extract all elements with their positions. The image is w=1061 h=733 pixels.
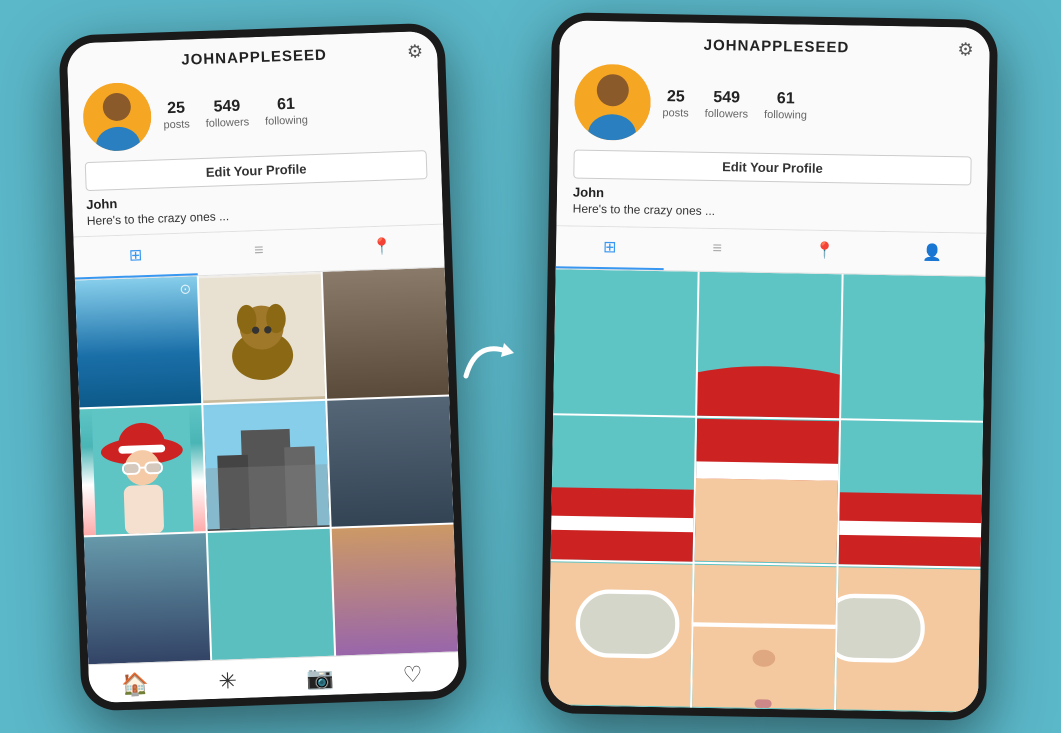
right-grid-cell-1 [553,269,697,415]
right-stat-following: 61 following [763,89,806,121]
left-profile-info: 25 posts 549 followers 61 following [82,72,426,152]
right-followers-number: 549 [713,88,740,108]
grid-cell-7 [83,533,209,664]
right-posts-label: posts [662,107,689,119]
right-header-top: JOHNAPPLESEED ⚙ [575,33,973,61]
transition-arrow [456,331,526,403]
right-grid-cell-2 [697,272,841,418]
grid-cell-1 [74,276,200,407]
right-grid-cell-9 [836,566,980,712]
right-following-number: 61 [776,90,794,109]
right-grid-cell-8 [692,564,836,710]
grid-cell-5 [203,400,329,531]
left-avatar [82,81,152,151]
right-grid-cell-4 [550,415,694,561]
right-posts-number: 25 [666,88,684,107]
scene: JOHNAPPLESEED ⚙ [0,0,1061,733]
left-username: JOHNAPPLESEED [100,43,406,71]
grid-cell-3 [322,267,448,398]
left-posts-label: posts [163,118,190,131]
right-stat-followers: 549 followers [704,88,748,120]
left-tab-location[interactable]: 📍 [319,224,444,270]
right-photo-grid [548,269,986,712]
right-phone: JOHNAPPLESEED ⚙ [539,12,997,721]
left-nav-explore[interactable]: ✳ [181,666,274,695]
left-screen: JOHNAPPLESEED ⚙ [66,30,459,703]
left-stat-posts: 25 posts [162,98,189,130]
right-view-tabs: ⊞ ≡ 📍 👤 [555,226,986,276]
right-grid-cell-3 [841,274,985,420]
right-following-label: following [763,108,806,121]
left-tab-grid[interactable]: ⊞ [73,233,198,279]
right-tab-location[interactable]: 📍 [770,230,878,274]
right-edit-profile-button[interactable]: Edit Your Profile [573,150,971,186]
left-stat-following: 61 following [264,94,308,127]
left-gear-icon[interactable]: ⚙ [406,41,423,63]
left-following-label: following [264,113,307,126]
right-profile-header: JOHNAPPLESEED ⚙ [556,20,990,233]
grid-cell-9 [331,524,457,655]
left-nav-camera[interactable]: 📷 [273,663,366,692]
right-screen: JOHNAPPLESEED ⚙ [548,20,990,712]
right-grid-cell-7 [548,561,692,707]
left-following-number: 61 [276,95,294,115]
right-followers-label: followers [704,107,748,120]
right-gear-icon[interactable]: ⚙ [957,39,974,60]
left-phone: JOHNAPPLESEED ⚙ [58,22,467,711]
right-grid-cell-6 [838,420,982,566]
grid-cell-8 [207,529,333,660]
grid-cell-4 [79,404,205,535]
left-stats: 25 posts 549 followers 61 following [162,90,425,130]
grid-cell-2 [198,271,324,402]
right-stats: 25 posts 549 followers 61 following [662,88,972,125]
grid-cell-6 [327,396,453,527]
right-tab-person[interactable]: 👤 [878,232,986,276]
right-username: JOHNAPPLESEED [595,35,957,58]
left-nav-home[interactable]: 🏠 [88,670,181,699]
left-stat-followers: 549 followers [204,96,248,129]
right-stat-posts: 25 posts [662,88,689,120]
left-profile-header: JOHNAPPLESEED ⚙ [66,30,443,237]
left-edit-profile-button[interactable]: Edit Your Profile [84,150,427,191]
left-followers-label: followers [205,115,249,129]
left-posts-number: 25 [166,98,184,118]
right-profile-info: 25 posts 549 followers 61 following [573,64,972,147]
left-nav-heart[interactable]: ♡ [365,660,458,689]
left-photo-grid [74,267,457,664]
right-avatar [573,64,650,141]
right-tab-grid[interactable]: ⊞ [555,226,663,270]
right-grid-cell-5 [694,418,838,564]
right-tab-list[interactable]: ≡ [663,228,771,272]
left-header-top: JOHNAPPLESEED ⚙ [80,41,423,74]
left-tab-list[interactable]: ≡ [196,228,321,274]
left-followers-number: 549 [213,97,240,117]
